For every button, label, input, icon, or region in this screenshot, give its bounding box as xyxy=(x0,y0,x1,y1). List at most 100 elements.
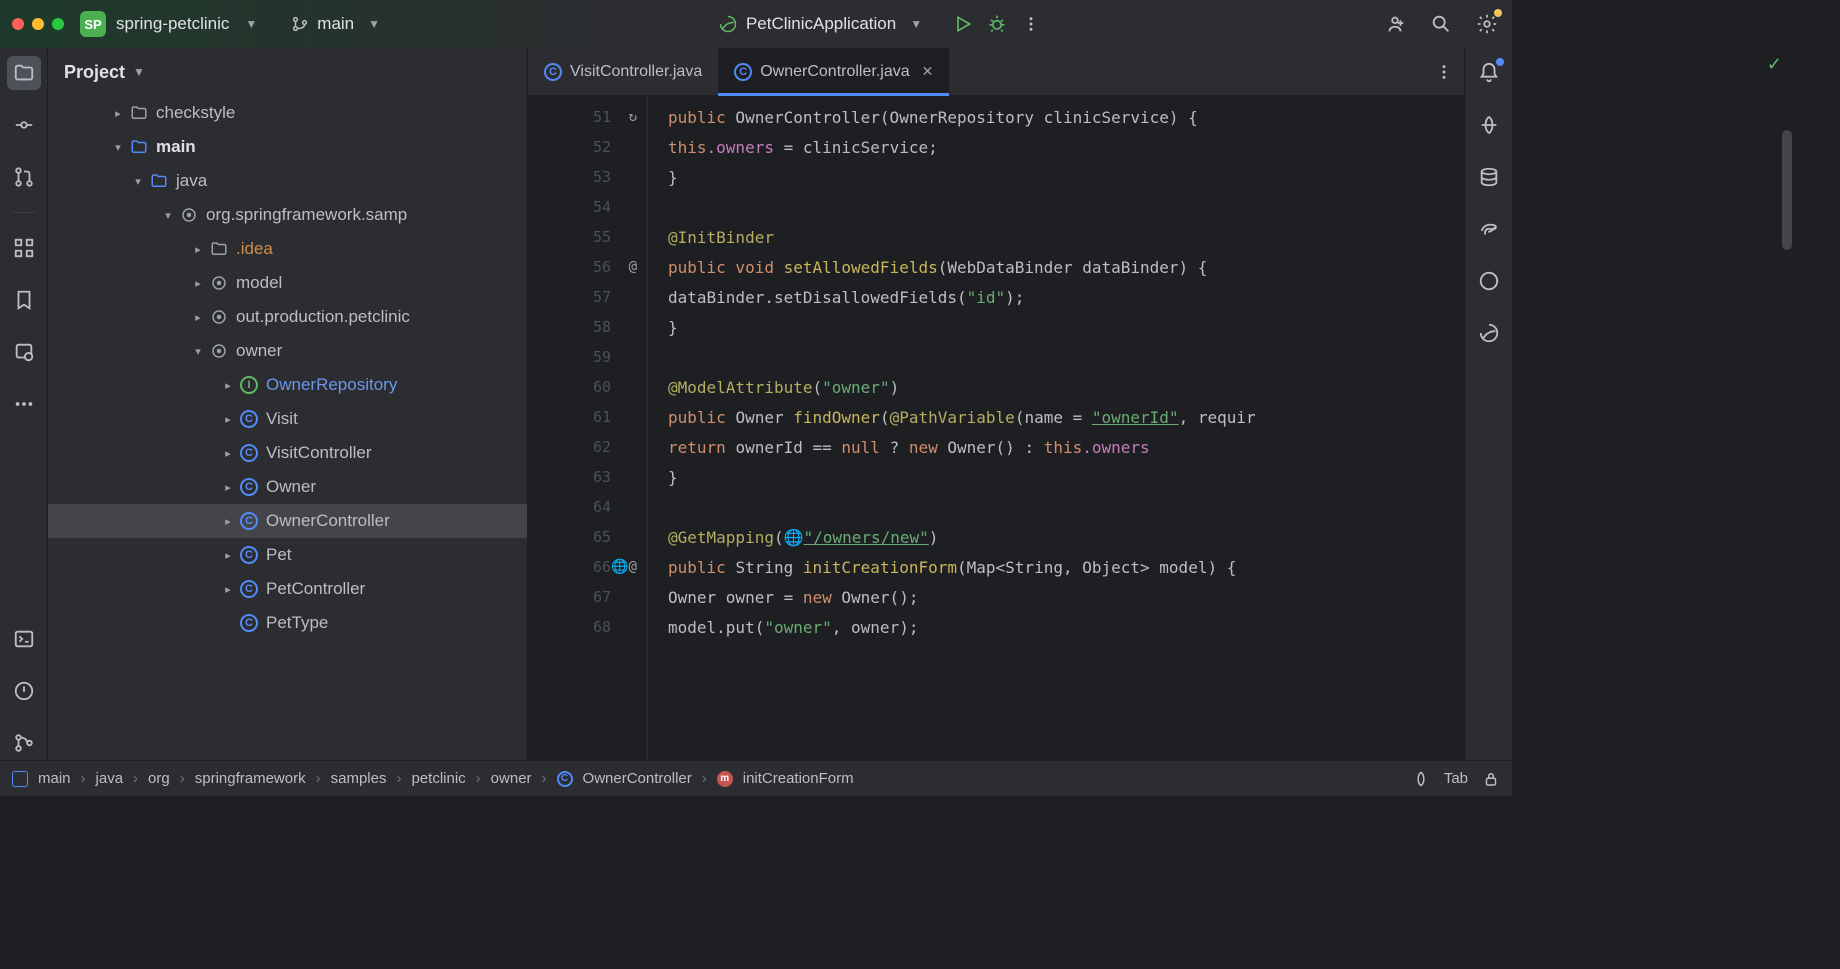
breadcrumb-main[interactable]: main xyxy=(38,770,71,787)
tree-item-petcontroller[interactable]: ▸CPetController xyxy=(48,572,527,606)
gutter-line[interactable]: 57 xyxy=(528,282,647,312)
status-indent[interactable]: Tab xyxy=(1444,770,1468,787)
pull-requests-tool-button[interactable] xyxy=(7,160,41,194)
breadcrumb-sep: › xyxy=(396,770,401,787)
tree-arrow-icon[interactable]: ▾ xyxy=(188,345,208,358)
tree-arrow-icon[interactable]: ▸ xyxy=(108,107,128,120)
more-tools-button[interactable] xyxy=(7,387,41,421)
breadcrumb-method[interactable]: initCreationForm xyxy=(743,770,854,787)
bookmarks-tool-button[interactable] xyxy=(7,283,41,317)
gutter-line[interactable]: 67 xyxy=(528,582,647,612)
breadcrumb-org[interactable]: org xyxy=(148,770,170,787)
tree-item-java[interactable]: ▾ java xyxy=(48,164,527,198)
breadcrumb-petclinic[interactable]: petclinic xyxy=(411,770,465,787)
gutter-line[interactable]: 68 xyxy=(528,612,647,642)
tree-arrow-icon[interactable]: ▸ xyxy=(218,379,238,392)
debug-button[interactable] xyxy=(984,11,1010,37)
tree-arrow-icon[interactable]: ▸ xyxy=(218,549,238,562)
code-with-me-button[interactable] xyxy=(1382,11,1408,37)
tree-item-visitcontroller[interactable]: ▸CVisitController xyxy=(48,436,527,470)
project-selector[interactable]: SP spring-petclinic ▼ xyxy=(80,11,257,37)
tree-item-ownercontroller[interactable]: ▸COwnerController xyxy=(48,504,527,538)
commit-tool-button[interactable] xyxy=(7,108,41,142)
coverage-button[interactable] xyxy=(1472,264,1506,298)
ai-assistant-button[interactable] xyxy=(1472,108,1506,142)
tree-arrow-icon[interactable]: ▸ xyxy=(188,311,208,324)
breadcrumb-springframework[interactable]: springframework xyxy=(195,770,306,787)
gutter-line[interactable]: 53 xyxy=(528,162,647,192)
maximize-window-icon[interactable] xyxy=(52,18,64,30)
tree-item-model[interactable]: ▸model xyxy=(48,266,527,300)
tree-item--idea[interactable]: ▸.idea xyxy=(48,232,527,266)
notifications-button[interactable] xyxy=(1472,56,1506,90)
tree-arrow-icon[interactable]: ▸ xyxy=(218,583,238,596)
tree-item-visit[interactable]: ▸CVisit xyxy=(48,402,527,436)
tree-arrow-icon[interactable]: ▸ xyxy=(218,413,238,426)
gutter-line[interactable]: 63 xyxy=(528,462,647,492)
gutter-line[interactable]: 65 xyxy=(528,522,647,552)
breadcrumb-class[interactable]: OwnerController xyxy=(583,770,692,787)
gutter-line[interactable]: 54 xyxy=(528,192,647,222)
inspection-ok-icon[interactable]: ✓ xyxy=(1767,54,1782,75)
gutter-line[interactable]: 55 xyxy=(528,222,647,252)
tree-item-pet[interactable]: ▸CPet xyxy=(48,538,527,572)
branch-selector[interactable]: main ▼ xyxy=(291,14,380,34)
lock-icon[interactable] xyxy=(1482,770,1500,788)
gutter-line[interactable]: 58 xyxy=(528,312,647,342)
tree-arrow-icon[interactable]: ▾ xyxy=(128,175,148,188)
tree-item-pettype[interactable]: CPetType xyxy=(48,606,527,640)
scrollbar-thumb[interactable] xyxy=(1782,130,1792,250)
project-panel-header[interactable]: Project ▼ xyxy=(48,48,527,96)
tree-item-org-springframework-samp[interactable]: ▾org.springframework.samp xyxy=(48,198,527,232)
gutter-line[interactable]: 52 xyxy=(528,132,647,162)
breadcrumb-owner[interactable]: owner xyxy=(491,770,532,787)
tree-item-checkstyle[interactable]: ▸checkstyle xyxy=(48,96,527,130)
tab-label: VisitController.java xyxy=(570,63,702,81)
project-tool-button[interactable] xyxy=(7,56,41,90)
tab-visitcontroller[interactable]: C VisitController.java xyxy=(528,48,718,95)
tree-arrow-icon[interactable]: ▸ xyxy=(218,481,238,494)
vcs-tool-button[interactable] xyxy=(7,726,41,760)
tab-ownercontroller[interactable]: C OwnerController.java ✕ xyxy=(718,48,949,95)
gutter-line[interactable]: 51↻ xyxy=(528,102,647,132)
structure-tool-button[interactable] xyxy=(7,231,41,265)
tree-label: java xyxy=(176,171,207,191)
gutter-line[interactable]: 62 xyxy=(528,432,647,462)
problems-tool-button[interactable] xyxy=(7,674,41,708)
database-button[interactable] xyxy=(1472,160,1506,194)
settings-button[interactable] xyxy=(1474,11,1500,37)
tree-item-owner[interactable]: ▸COwner xyxy=(48,470,527,504)
gutter-line[interactable]: 64 xyxy=(528,492,647,522)
tree-arrow-icon[interactable]: ▾ xyxy=(158,209,178,222)
search-button[interactable] xyxy=(1428,11,1454,37)
gutter-line[interactable]: 59 xyxy=(528,342,647,372)
tree-item-ownerrepository[interactable]: ▸IOwnerRepository xyxy=(48,368,527,402)
gutter-line[interactable]: 61 xyxy=(528,402,647,432)
tab-more-button[interactable] xyxy=(1424,48,1464,95)
gutter-line[interactable]: 56@ xyxy=(528,252,647,282)
code-content[interactable]: public OwnerController(OwnerRepository c… xyxy=(648,96,1464,760)
run-button[interactable] xyxy=(950,11,976,37)
tree-arrow-icon[interactable]: ▾ xyxy=(108,141,128,154)
database-tool-button[interactable] xyxy=(7,335,41,369)
terminal-tool-button[interactable] xyxy=(7,622,41,656)
minimize-window-icon[interactable] xyxy=(32,18,44,30)
tree-arrow-icon[interactable]: ▸ xyxy=(188,243,208,256)
more-actions-button[interactable] xyxy=(1018,11,1044,37)
breadcrumb-java[interactable]: java xyxy=(96,770,124,787)
tree-item-main[interactable]: ▾main xyxy=(48,130,527,164)
tree-item-out-production-petclinic[interactable]: ▸out.production.petclinic xyxy=(48,300,527,334)
breadcrumb-samples[interactable]: samples xyxy=(331,770,387,787)
tree-item-owner[interactable]: ▾owner xyxy=(48,334,527,368)
spring-button[interactable] xyxy=(1472,316,1506,350)
close-tab-icon[interactable]: ✕ xyxy=(922,63,934,80)
close-window-icon[interactable] xyxy=(12,18,24,30)
gradle-button[interactable] xyxy=(1472,212,1506,246)
run-config-selector[interactable]: PetClinicApplication ▼ xyxy=(718,14,922,34)
tree-arrow-icon[interactable]: ▸ xyxy=(188,277,208,290)
gutter-line[interactable]: 60 xyxy=(528,372,647,402)
tree-arrow-icon[interactable]: ▸ xyxy=(218,515,238,528)
ai-icon[interactable] xyxy=(1412,770,1430,788)
gutter-line[interactable]: 66🌐@ xyxy=(528,552,647,582)
tree-arrow-icon[interactable]: ▸ xyxy=(218,447,238,460)
